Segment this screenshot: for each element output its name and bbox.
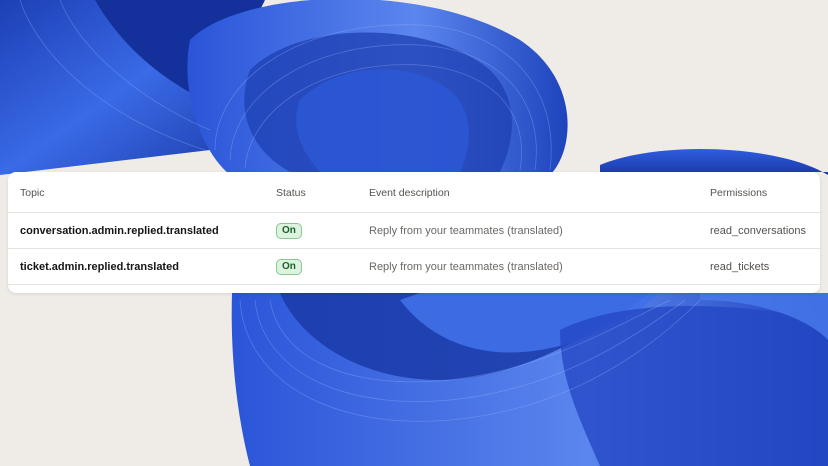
event-description: Reply from your teammates (translated) — [369, 261, 563, 273]
permissions-cell: read_conversations — [710, 213, 806, 249]
column-header-status: Status — [276, 187, 306, 199]
table-row[interactable]: ticket.admin.replied.translated On Reply… — [8, 249, 820, 285]
description-cell: Reply from your teammates (translated) — [369, 249, 563, 285]
status-cell: On — [276, 213, 302, 249]
permissions-cell: read_tickets — [710, 249, 769, 285]
row-divider — [8, 284, 820, 285]
status-cell: On — [276, 249, 302, 285]
column-header-permissions: Permissions — [710, 187, 768, 199]
topic-name: ticket.admin.replied.translated — [20, 261, 179, 273]
permission-value: read_tickets — [710, 261, 770, 273]
column-header-event-description: Event description — [369, 187, 450, 199]
description-cell: Reply from your teammates (translated) — [369, 213, 563, 249]
webhook-topics-table: Topic Status Event description Permissio… — [8, 172, 820, 293]
table-header: Topic Status Event description Permissio… — [8, 174, 820, 212]
topic-name: conversation.admin.replied.translated — [20, 225, 219, 237]
topic-cell: conversation.admin.replied.translated — [20, 213, 219, 249]
table-row[interactable]: conversation.admin.replied.translated On… — [8, 213, 820, 249]
topic-cell: ticket.admin.replied.translated — [20, 249, 179, 285]
event-description: Reply from your teammates (translated) — [369, 225, 563, 237]
column-header-topic: Topic — [20, 187, 45, 199]
permission-value: read_conversations — [710, 225, 807, 237]
page: Topic Status Event description Permissio… — [0, 0, 828, 466]
status-badge: On — [276, 223, 302, 239]
status-badge: On — [276, 259, 302, 275]
